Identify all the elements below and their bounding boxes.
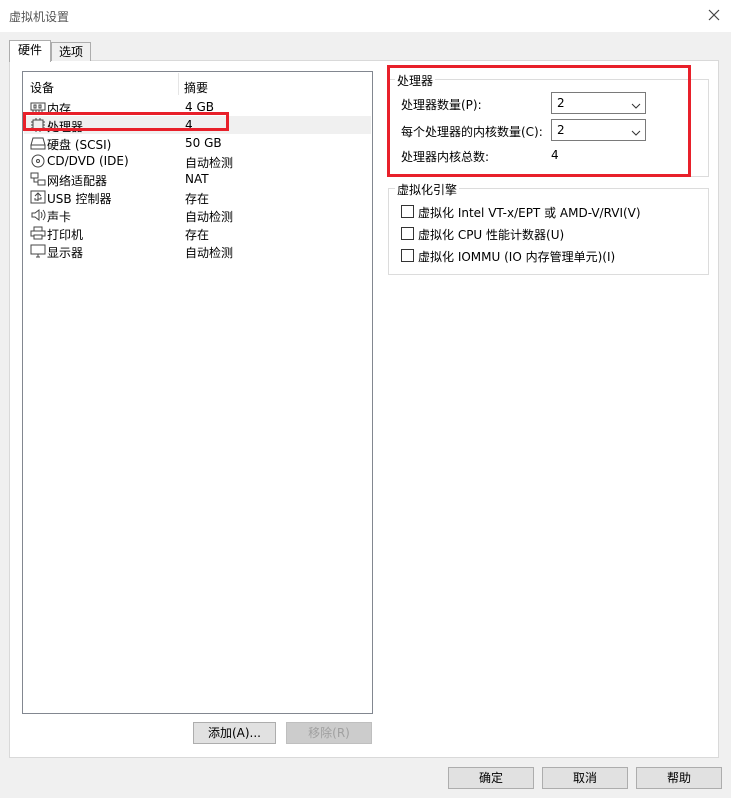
device-summary: 自动检测 — [185, 210, 234, 224]
remove-button[interactable]: 移除(R) — [286, 722, 372, 744]
title-bar — [0, 0, 731, 32]
virtualize-iommu-label[interactable]: 虚拟化 IOMMU (IO 内存管理单元)(I) — [418, 248, 615, 265]
device-name: USB 控制器 — [47, 192, 112, 206]
device-summary: 自动检测 — [185, 156, 234, 170]
close-icon[interactable] — [704, 5, 724, 25]
virtualize-cpu-counters-checkbox[interactable] — [401, 227, 414, 240]
virtualize-intel-vtx-label[interactable]: 虚拟化 Intel VT-x/EPT 或 AMD-V/RVI(V) — [418, 204, 641, 221]
device-summary: 存在 — [185, 192, 210, 206]
device-name: 显示器 — [47, 246, 84, 260]
device-summary: 50 GB — [185, 136, 222, 150]
device-list[interactable]: 设备 摘要 内存 4 GB 处理器 4 硬盘 (SCSI) 50 GB CD/D… — [22, 71, 373, 714]
tab-options[interactable]: 选项 — [51, 42, 91, 61]
column-header-summary[interactable]: 摘要 — [184, 79, 208, 96]
window-title: 虚拟机设置 — [9, 10, 70, 24]
list-item-network-adapter[interactable]: 网络适配器 NAT — [24, 170, 371, 188]
list-item-hard-disk[interactable]: 硬盘 (SCSI) 50 GB — [24, 134, 371, 152]
device-summary: 存在 — [185, 228, 210, 242]
column-divider[interactable] — [178, 73, 179, 95]
list-item-display[interactable]: 显示器 自动检测 — [24, 242, 371, 260]
printer-icon — [30, 226, 46, 240]
sound-card-icon — [30, 208, 46, 222]
device-name: 打印机 — [47, 228, 84, 242]
device-name: 网络适配器 — [47, 174, 108, 188]
cd-dvd-icon — [30, 154, 46, 168]
list-item-sound-card[interactable]: 声卡 自动检测 — [24, 206, 371, 224]
device-name: CD/DVD (IDE) — [47, 154, 129, 168]
ok-button[interactable]: 确定 — [448, 767, 534, 789]
list-item-usb-controller[interactable]: USB 控制器 存在 — [24, 188, 371, 206]
virtualize-intel-vtx-checkbox[interactable] — [401, 205, 414, 218]
selection-highlight-box — [23, 112, 229, 131]
device-summary: NAT — [185, 172, 209, 186]
device-name: 硬盘 (SCSI) — [47, 138, 112, 152]
tab-hardware[interactable]: 硬件 — [9, 40, 51, 62]
network-adapter-icon — [30, 172, 46, 186]
usb-icon — [30, 190, 46, 204]
device-summary: 自动检测 — [185, 246, 234, 260]
hard-disk-icon — [30, 136, 46, 150]
virtualize-iommu-checkbox[interactable] — [401, 249, 414, 262]
display-icon — [30, 244, 46, 258]
device-name: 声卡 — [47, 210, 72, 224]
virtualization-group-title: 虚拟化引擎 — [395, 181, 460, 198]
cancel-button[interactable]: 取消 — [542, 767, 628, 789]
column-header-device[interactable]: 设备 — [30, 79, 54, 96]
processor-highlight-box — [387, 65, 691, 177]
virtualize-cpu-counters-label[interactable]: 虚拟化 CPU 性能计数器(U) — [418, 226, 564, 243]
list-item-printer[interactable]: 打印机 存在 — [24, 224, 371, 242]
add-button[interactable]: 添加(A)... — [193, 722, 276, 744]
help-button[interactable]: 帮助 — [636, 767, 722, 789]
list-item-cd-dvd[interactable]: CD/DVD (IDE) 自动检测 — [24, 152, 371, 170]
